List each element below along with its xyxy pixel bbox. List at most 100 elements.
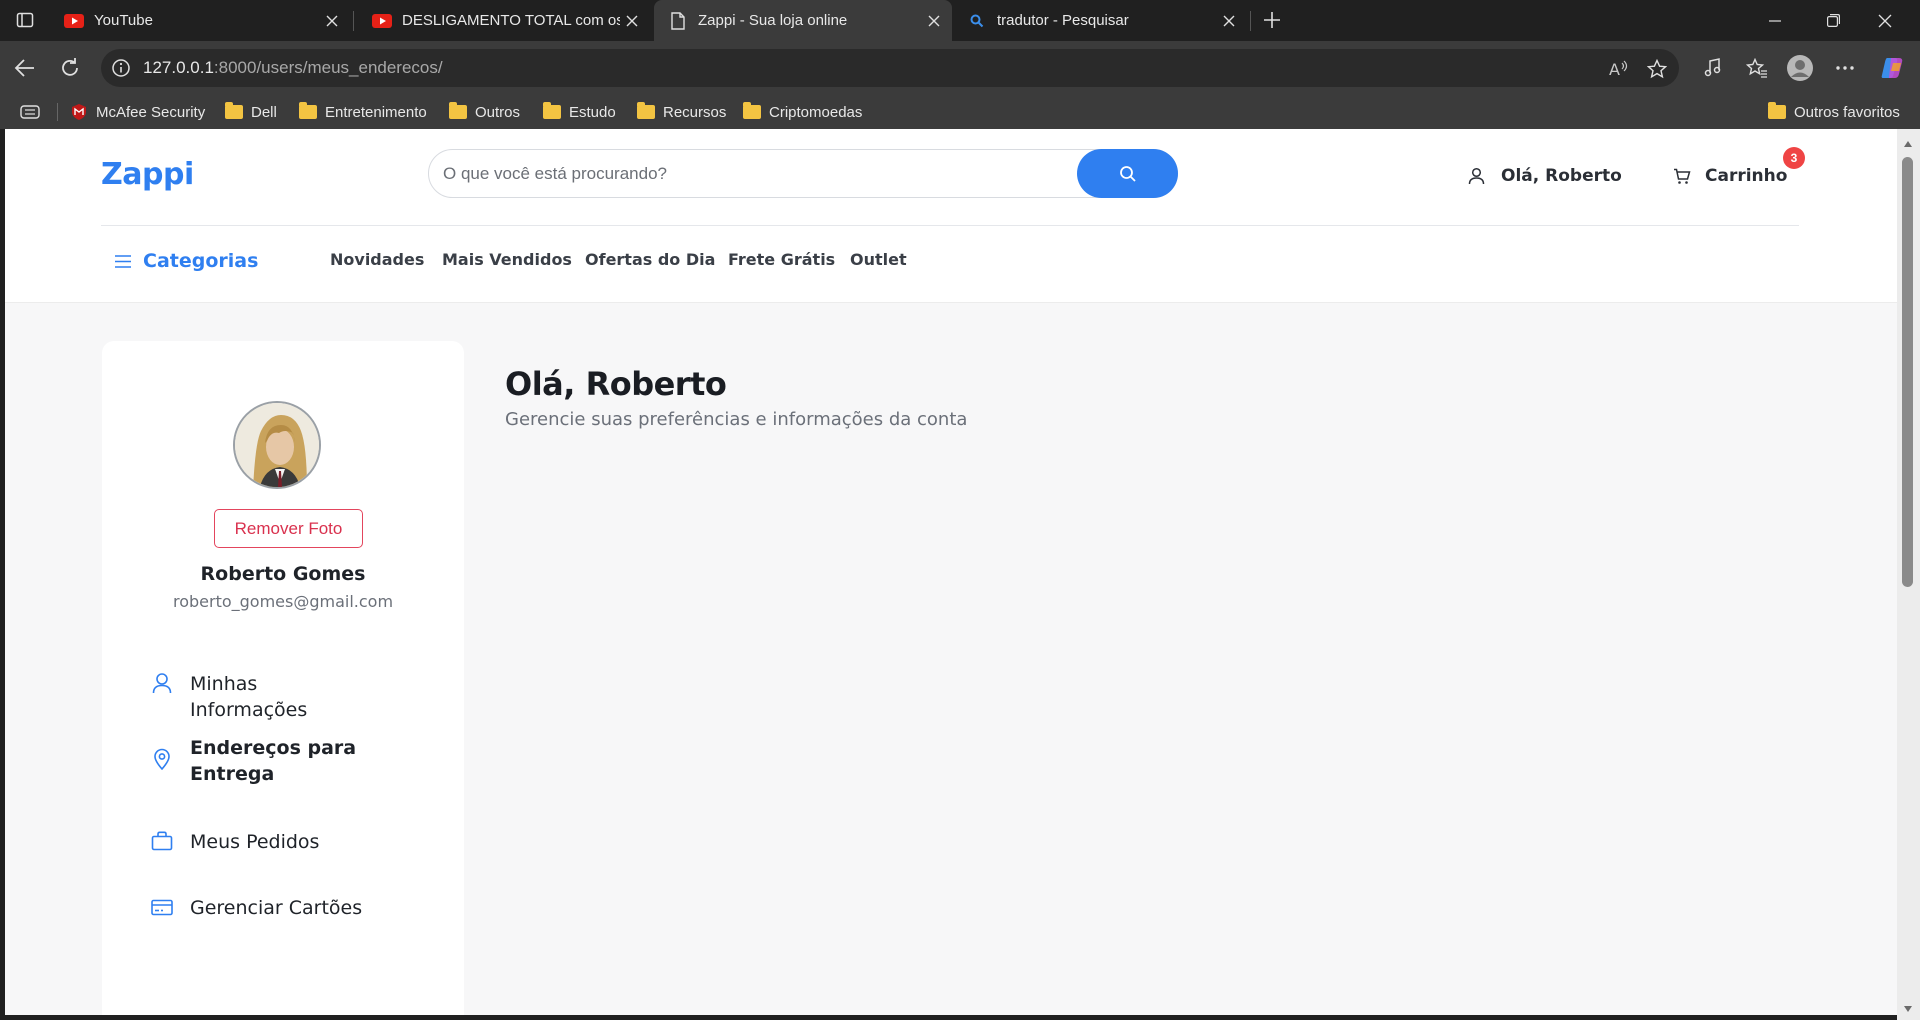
bookmark-label: McAfee Security — [96, 103, 206, 121]
document-icon — [668, 11, 688, 31]
close-tab-button[interactable] — [1217, 9, 1241, 33]
refresh-button[interactable] — [55, 53, 85, 83]
nav-frete-gratis[interactable]: Frete Grátis — [728, 250, 835, 269]
bookmarks-bar: McAfee Security Dell Entretenimento Outr… — [0, 95, 1920, 129]
close-icon — [626, 15, 638, 26]
categories-menu-button[interactable]: Categorias — [115, 247, 258, 275]
copilot-button[interactable] — [1877, 53, 1907, 83]
categories-label: Categorias — [143, 250, 259, 272]
sidebar-item-enderecos[interactable]: Endereços para Entrega — [150, 735, 370, 787]
tab-title: Zappi - Sua loja online — [698, 12, 848, 29]
nav-ofertas-do-dia[interactable]: Ofertas do Dia — [585, 250, 715, 269]
folder-icon — [543, 102, 561, 120]
site-info-icon[interactable] — [111, 58, 131, 78]
bookmark-label: Entretenimento — [325, 103, 427, 121]
folder-icon — [299, 102, 317, 120]
bookmark-folder-outros[interactable]: Outros — [449, 95, 520, 129]
close-tab-button[interactable] — [922, 9, 946, 33]
scroll-down-icon[interactable] — [1903, 1004, 1913, 1014]
site-header: Zappi Olá, Roberto Carrinho 3 Categorias… — [5, 129, 1897, 303]
bookmark-mcafee[interactable]: McAfee Security — [70, 95, 205, 129]
refresh-icon — [62, 58, 78, 76]
plus-icon — [1264, 12, 1280, 28]
sidebar-item-minhas-informacoes[interactable]: Minhas Informações — [150, 671, 370, 723]
site-logo[interactable]: Zappi — [101, 157, 194, 192]
read-aloud-icon[interactable]: A — [1608, 58, 1630, 80]
bookmark-label: Estudo — [569, 103, 616, 121]
bookmark-folder-entretenimento[interactable]: Entretenimento — [299, 95, 427, 129]
minimize-button[interactable] — [1752, 0, 1798, 41]
profile-button[interactable] — [1785, 53, 1815, 83]
bookmark-folder-estudo[interactable]: Estudo — [543, 95, 616, 129]
new-tab-button[interactable] — [1258, 8, 1286, 32]
search-button[interactable] — [1077, 149, 1178, 198]
tab-actions-button[interactable] — [10, 8, 40, 32]
bookmark-label: Recursos — [663, 103, 727, 121]
sidebar-item-gerenciar-cartoes[interactable]: Gerenciar Cartões — [150, 895, 370, 921]
search-bar — [428, 149, 1178, 198]
tab-separator — [353, 11, 354, 31]
copilot-icon — [1881, 58, 1903, 78]
sidebar-item-meus-pedidos[interactable]: Meus Pedidos — [150, 829, 370, 855]
cart-label: Carrinho — [1705, 166, 1788, 186]
bookmark-apps-button[interactable] — [20, 95, 40, 129]
media-button[interactable] — [1698, 53, 1728, 83]
reading-view-icon — [20, 105, 40, 119]
sidebar-item-label: Endereços para Entrega — [190, 737, 357, 785]
url-path: :8000/users/meus_enderecos/ — [213, 58, 443, 77]
page-scrollbar[interactable] — [1897, 129, 1920, 1020]
nav-outlet[interactable]: Outlet — [850, 250, 907, 269]
bookmark-label: Outros favoritos — [1794, 103, 1900, 121]
restore-button[interactable] — [1810, 0, 1856, 41]
remove-photo-button[interactable]: Remover Foto — [214, 509, 363, 548]
tab-video[interactable]: DESLIGAMENTO TOTAL com os ESTADOS — [358, 0, 650, 41]
tab-zappi[interactable]: Zappi - Sua loja online — [654, 0, 952, 41]
menu-icon — [115, 254, 131, 268]
bookmark-folder-criptomoedas[interactable]: Criptomoedas — [743, 95, 862, 129]
settings-menu-button[interactable] — [1830, 53, 1860, 83]
user-greeting: Olá, Roberto — [1501, 166, 1622, 186]
shopping-bag-icon — [150, 829, 174, 853]
scrollbar-thumb[interactable] — [1902, 157, 1913, 587]
bookmarks-separator — [57, 103, 58, 121]
mcafee-icon — [70, 104, 88, 120]
arrow-left-icon — [14, 59, 34, 77]
page-title: Olá, Roberto — [505, 365, 727, 403]
scroll-up-icon[interactable] — [1903, 139, 1913, 149]
tab-youtube[interactable]: YouTube — [50, 0, 350, 41]
close-tab-button[interactable] — [320, 9, 344, 33]
url-host: 127.0.0.1 — [143, 58, 214, 77]
folder-icon — [449, 102, 467, 120]
tab-actions-icon — [16, 12, 34, 28]
profile-name: Roberto Gomes — [200, 563, 366, 585]
avatar-icon — [1787, 55, 1813, 81]
cart-link[interactable]: Carrinho — [1673, 164, 1787, 188]
favorites-button[interactable] — [1742, 53, 1772, 83]
account-link[interactable]: Olá, Roberto — [1468, 164, 1622, 188]
back-button[interactable] — [10, 53, 40, 83]
close-tab-button[interactable] — [620, 9, 644, 33]
close-icon — [1878, 14, 1892, 27]
cart-count-badge: 3 — [1783, 147, 1805, 169]
search-input[interactable] — [443, 150, 1043, 197]
bookmark-folder-recursos[interactable]: Recursos — [637, 95, 726, 129]
nav-mais-vendidos[interactable]: Mais Vendidos — [442, 250, 572, 269]
bookmark-folder-dell[interactable]: Dell — [225, 95, 277, 129]
close-icon — [1223, 15, 1235, 26]
profile-sidebar: Remover Foto Roberto Gomes roberto_gomes… — [102, 341, 464, 1015]
favorite-star-icon[interactable] — [1646, 58, 1668, 80]
folder-icon — [225, 102, 243, 120]
nav-novidades[interactable]: Novidades — [330, 250, 424, 269]
sidebar-item-label: Meus Pedidos — [190, 831, 320, 853]
bookmark-label: Dell — [251, 103, 277, 121]
credit-card-icon — [150, 895, 174, 919]
bookmark-folder-outros-favoritos[interactable]: Outros favoritos — [1768, 95, 1900, 129]
bookmark-label: Criptomoedas — [769, 103, 863, 121]
music-note-icon — [1704, 58, 1721, 77]
address-bar[interactable]: 127.0.0.1:8000/users/meus_enderecos/ A — [101, 49, 1679, 87]
close-window-button[interactable] — [1862, 0, 1908, 41]
map-pin-icon — [150, 747, 174, 771]
tab-tradutor[interactable]: tradutor - Pesquisar — [953, 0, 1247, 41]
folder-icon — [637, 102, 655, 120]
search-icon — [1119, 165, 1136, 182]
